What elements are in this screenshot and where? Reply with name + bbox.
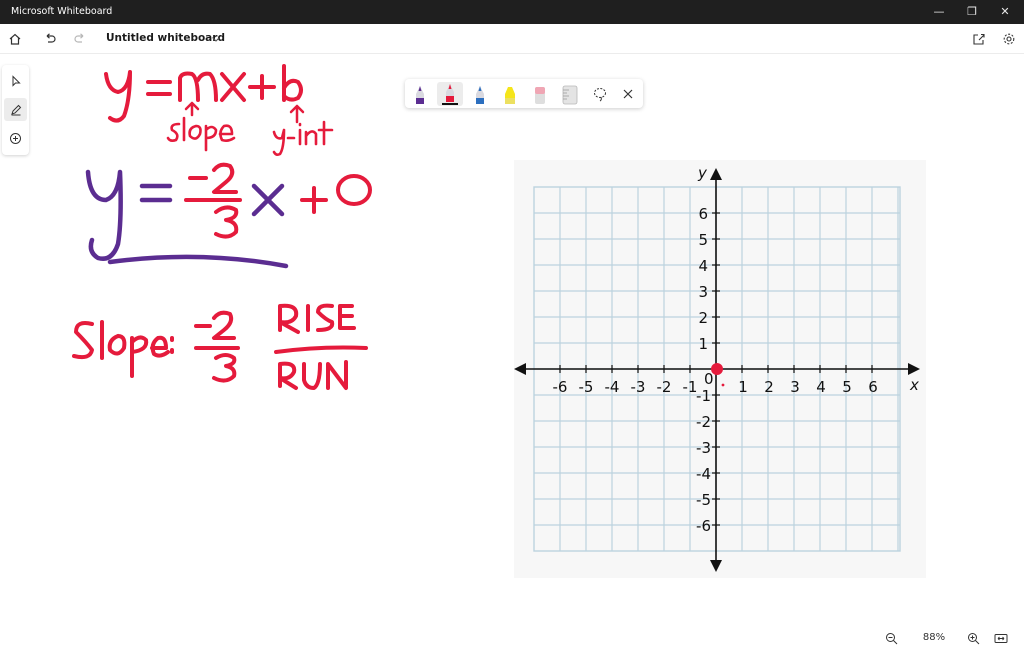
- coordinate-graph: x y 0 -6 -5 -4 -3 -2 -1 123456 654321 -1-2-3-…: [514, 160, 926, 578]
- y-tick-label: -6: [696, 517, 711, 535]
- y-tick-label: 2: [698, 309, 708, 327]
- zoom-level[interactable]: 88%: [922, 632, 946, 643]
- x-tick-label: 2: [764, 378, 774, 396]
- y-tick-label: 5: [698, 231, 708, 249]
- zoom-in-icon[interactable]: [962, 627, 984, 649]
- ink-equation-specific: [85, 162, 372, 269]
- whiteboard-canvas[interactable]: x y 0 -6 -5 -4 -3 -2 -1 123456 654321 -1-2-3-…: [0, 55, 1024, 625]
- y-tick-label: 4: [698, 257, 708, 275]
- y-tick-label: 6: [698, 205, 708, 223]
- plotted-point: [711, 363, 723, 375]
- x-tick-label: -5: [579, 378, 594, 396]
- y-tick-label: -3: [696, 439, 711, 457]
- zoom-out-icon[interactable]: [880, 627, 902, 649]
- close-button[interactable]: ✕: [990, 0, 1020, 24]
- x-tick-label: -4: [605, 378, 620, 396]
- x-tick-label: 1: [738, 378, 748, 396]
- chevron-down-icon[interactable]: [205, 28, 227, 50]
- origin-label: 0: [704, 370, 714, 388]
- x-tick-label: 6: [868, 378, 878, 396]
- x-tick-label: -2: [657, 378, 672, 396]
- title-bar: Microsoft Whiteboard — ❐ ✕: [0, 0, 1024, 24]
- x-tick-label: 5: [842, 378, 852, 396]
- y-axis-label: y: [697, 164, 708, 182]
- ink-slope-note: [72, 303, 368, 390]
- ink-equation-general: [104, 64, 334, 156]
- undo-icon[interactable]: [39, 28, 61, 50]
- app-toolbar: Untitled whiteboard: [0, 24, 1024, 54]
- y-tick-label: 3: [698, 283, 708, 301]
- minimize-button[interactable]: —: [924, 0, 954, 24]
- zoom-controls: 88%: [876, 624, 1024, 652]
- x-tick-label: 4: [816, 378, 826, 396]
- x-tick-label: -6: [553, 378, 568, 396]
- y-tick-label: -4: [696, 465, 711, 483]
- y-tick-label: -5: [696, 491, 711, 509]
- redo-icon[interactable]: [69, 28, 91, 50]
- maximize-button[interactable]: ❐: [957, 0, 987, 24]
- y-tick-label: 1: [698, 335, 708, 353]
- share-icon[interactable]: [968, 28, 990, 50]
- x-axis-label: x: [909, 376, 919, 394]
- fit-to-screen-icon[interactable]: [990, 627, 1012, 649]
- home-icon[interactable]: [4, 28, 26, 50]
- x-tick-label: 3: [790, 378, 800, 396]
- app-title: Microsoft Whiteboard: [11, 6, 113, 17]
- y-tick-label: -2: [696, 413, 711, 431]
- x-tick-label: -3: [631, 378, 646, 396]
- y-tick-label: -1: [696, 387, 711, 405]
- gear-icon[interactable]: [998, 28, 1020, 50]
- ink-dot: [721, 383, 725, 387]
